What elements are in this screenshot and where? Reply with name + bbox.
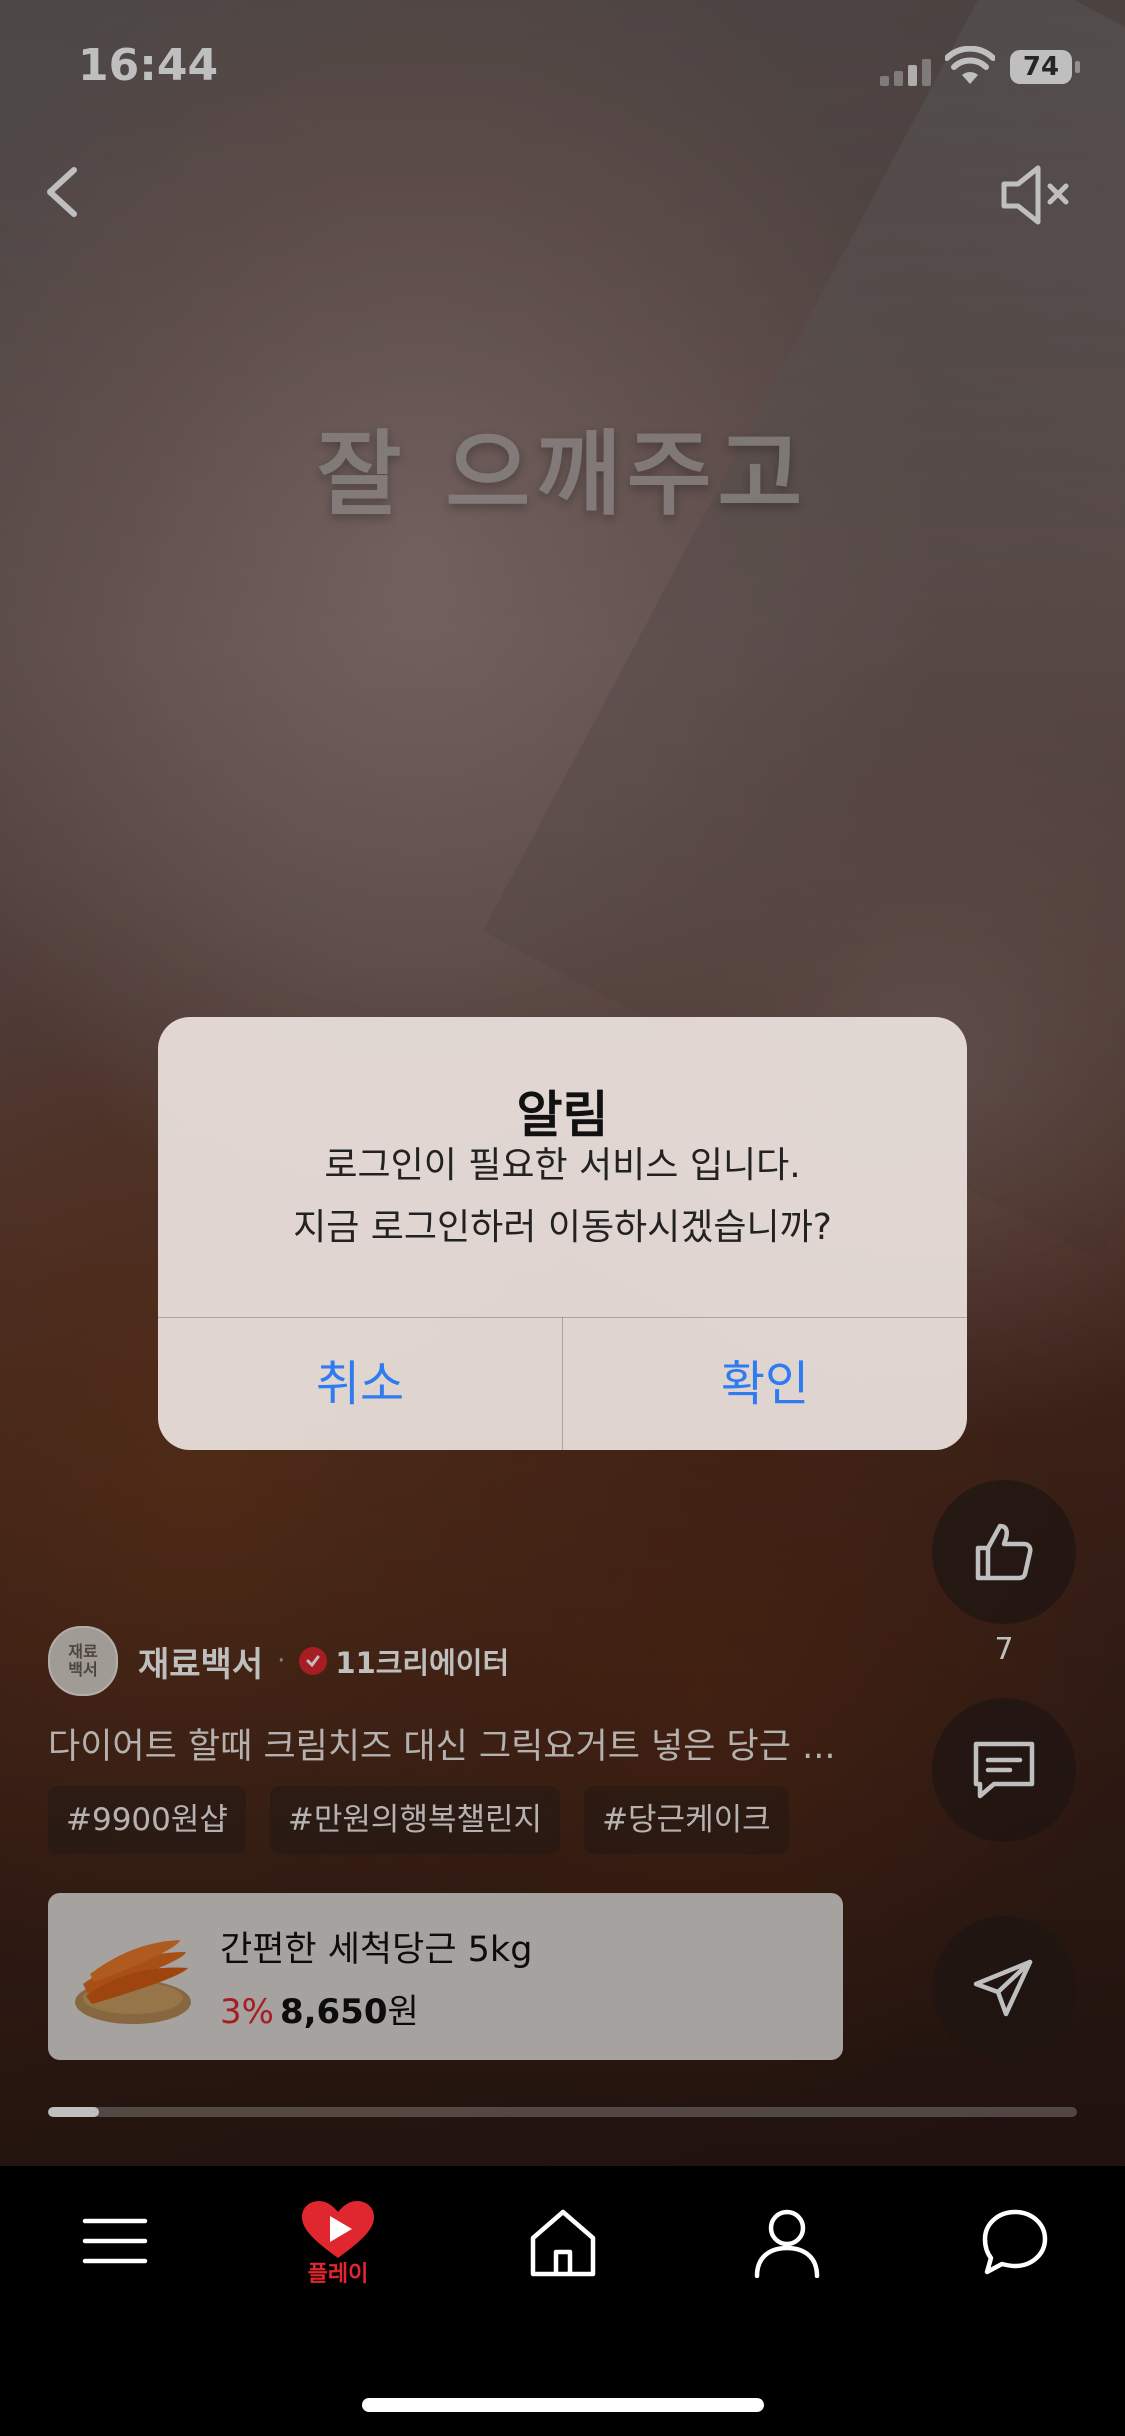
nav-play[interactable]: 플레이 xyxy=(278,2200,398,2310)
home-icon xyxy=(530,2209,596,2277)
chat-bubble-icon xyxy=(982,2209,1048,2275)
cancel-button[interactable]: 취소 xyxy=(158,1318,562,1450)
nav-chat[interactable] xyxy=(955,2206,1075,2316)
alert-message: 로그인이 필요한 서비스 입니다. 지금 로그인하러 이동하시겠습니까? xyxy=(158,1135,967,1259)
nav-profile[interactable] xyxy=(727,2206,847,2316)
alert-message-line: 로그인이 필요한 서비스 입니다. xyxy=(324,1145,801,1186)
menu-icon xyxy=(82,2218,148,2264)
nav-home[interactable] xyxy=(503,2206,623,2316)
bottom-nav: 플레이 xyxy=(0,2166,1125,2436)
login-alert-dialog: 알림 로그인이 필요한 서비스 입니다. 지금 로그인하러 이동하시겠습니까? … xyxy=(158,1017,967,1450)
play-heart-icon xyxy=(302,2201,374,2258)
alert-message-line: 지금 로그인하러 이동하시겠습니까? xyxy=(293,1207,832,1248)
home-indicator xyxy=(362,2398,764,2412)
nav-play-label: 플레이 xyxy=(307,2262,369,2287)
nav-menu[interactable] xyxy=(55,2206,175,2316)
person-icon xyxy=(754,2209,820,2278)
confirm-button[interactable]: 확인 xyxy=(563,1318,967,1450)
